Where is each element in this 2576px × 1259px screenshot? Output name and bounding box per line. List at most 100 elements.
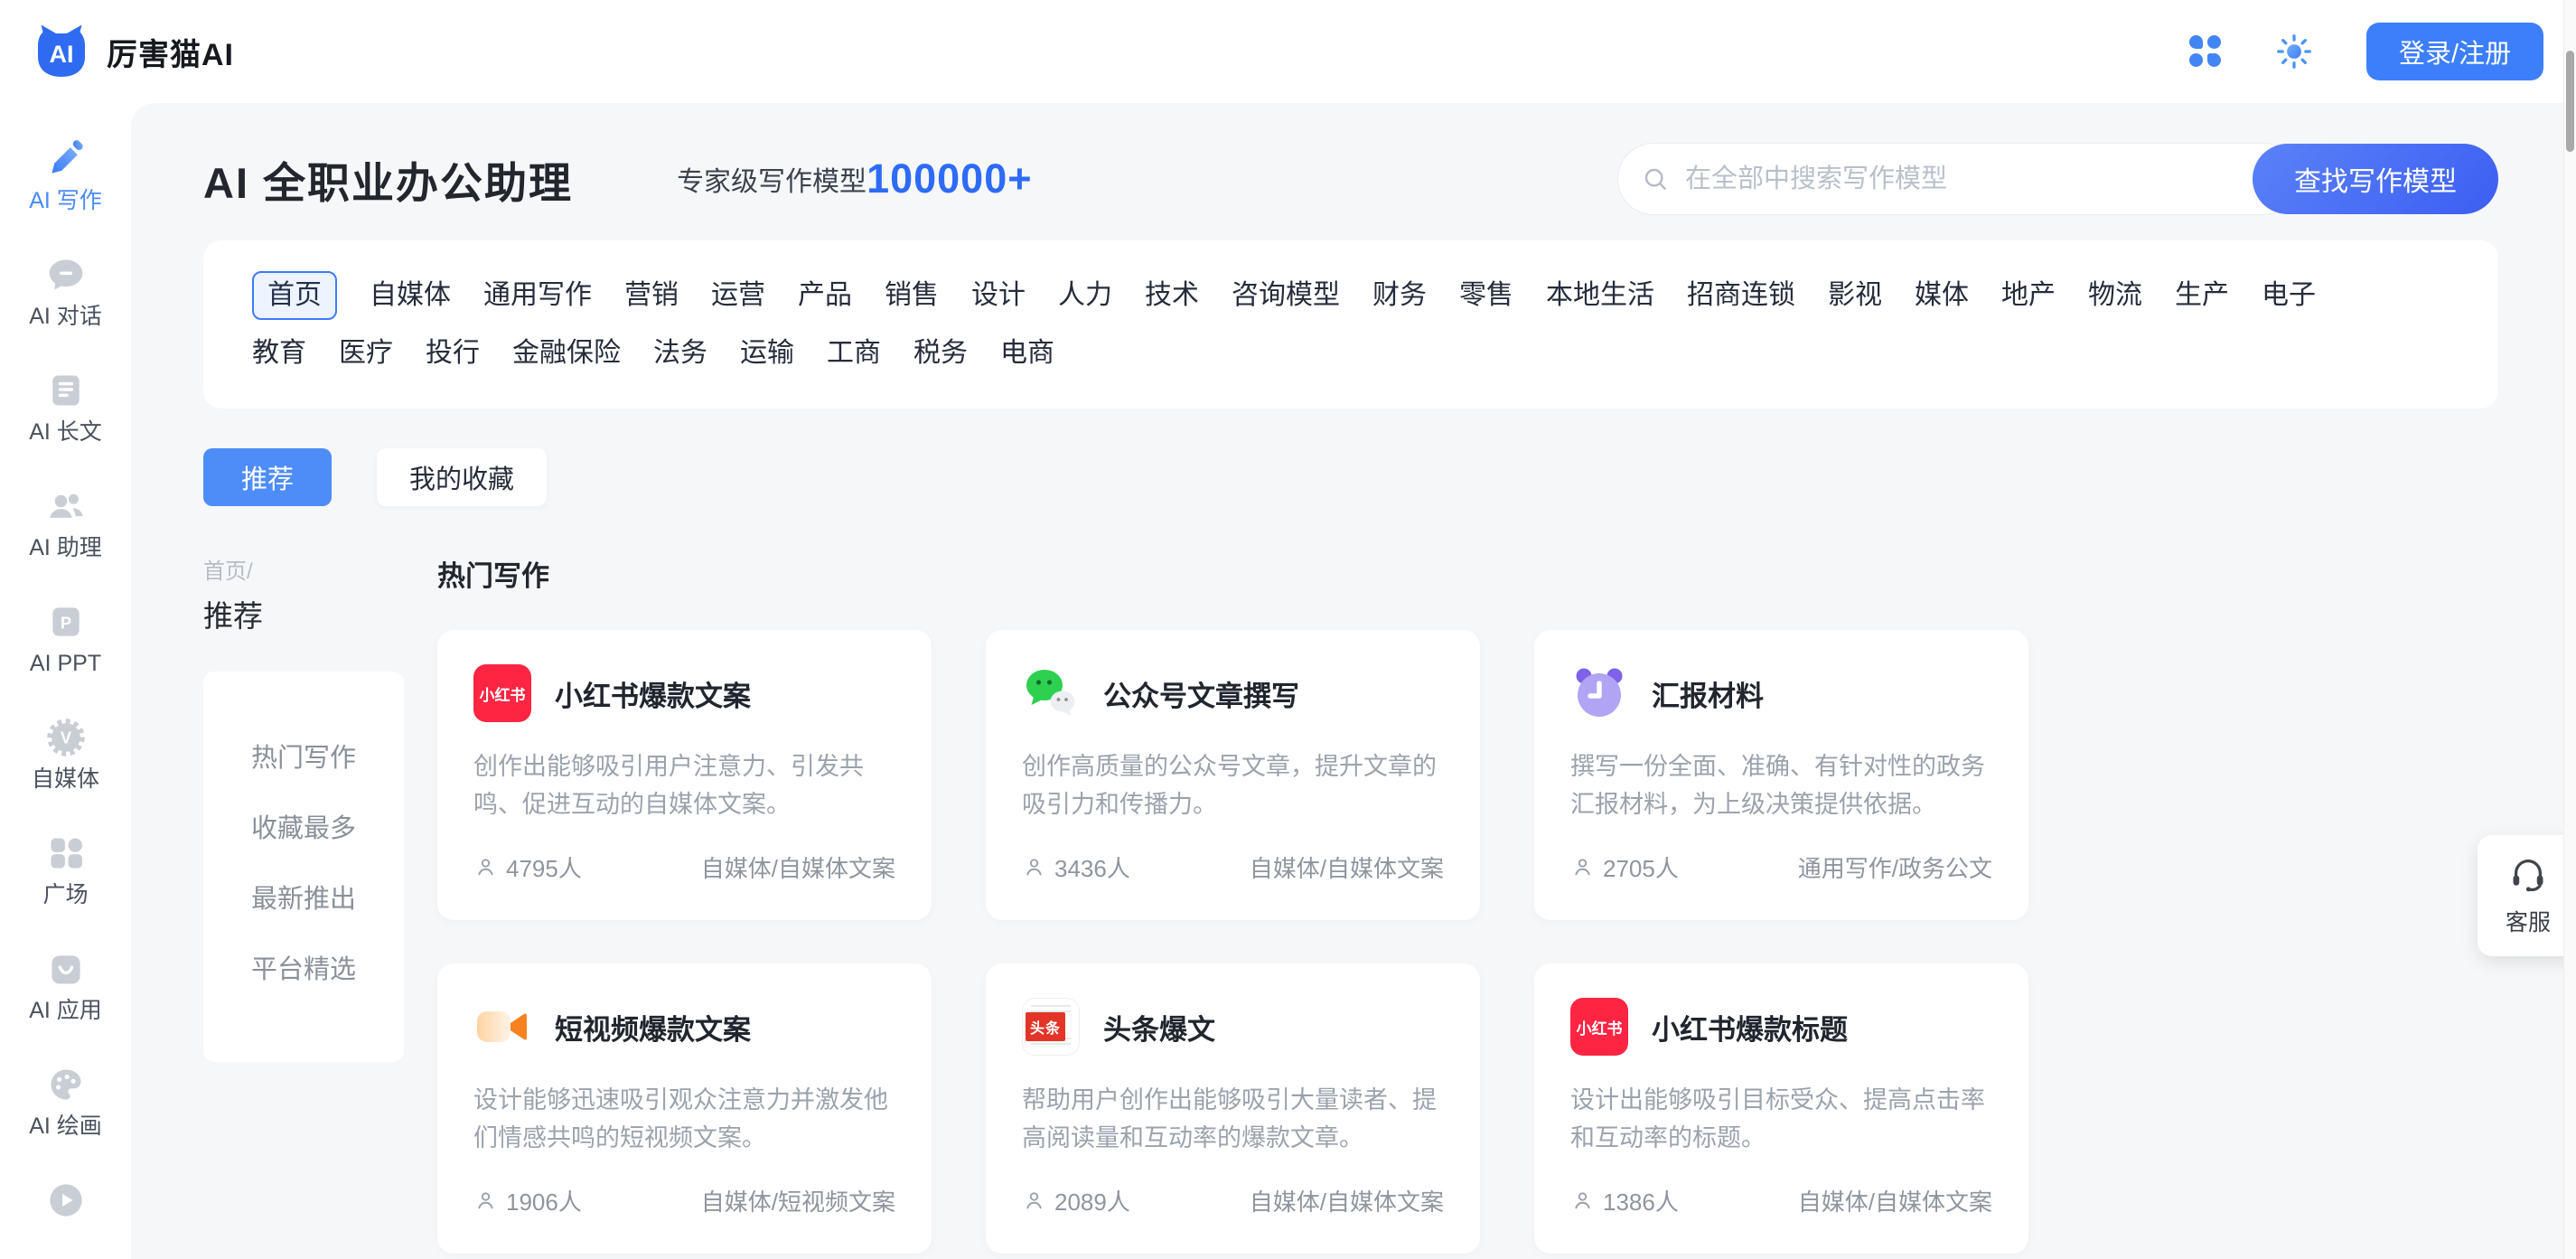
user-icon [1570,1189,1595,1213]
sidebar: estination AI 写作 AI 对话 AI 长文 AI 助理 PAI P… [0,103,131,1259]
page-title: AI 全职业办公助理 [203,148,573,211]
sidebar-item-label: AI 写作 [29,187,102,214]
login-register-button[interactable]: 登录/注册 [2366,23,2543,80]
category-link-9[interactable]: 技术 [1145,275,1199,316]
category-link-8[interactable]: 人力 [1058,275,1112,316]
category-link-17[interactable]: 地产 [2001,275,2056,316]
user-icon [1022,855,1046,879]
customer-service-button[interactable]: 客服 [2478,835,2576,956]
sidebar-item-self-media[interactable]: V自媒体 [0,718,131,793]
models-subtitle: 专家级写作模型 [677,159,866,199]
svg-text:P: P [60,613,70,632]
category-link-7[interactable]: 设计 [971,275,1026,316]
sidebar-item-ai-chat[interactable]: AI 对话 [0,255,131,330]
model-card[interactable]: 头条 头条爆文 帮助用户创作出能够吸引大量读者、提高阅读量和互动率的爆款文章。 … [986,963,1480,1254]
card-title: 汇报材料 [1652,673,1764,714]
sidebar-item-label: AI 绘画 [29,1113,102,1140]
subnav-item-3[interactable]: 平台精选 [203,932,404,1002]
category-link-8[interactable]: 电商 [1000,333,1054,374]
sidebar-item-ai-writing[interactable]: estination AI 写作 [0,139,131,214]
shell: estination AI 写作 AI 对话 AI 长文 AI 助理 PAI P… [0,103,2576,1259]
category-link-20[interactable]: 电子 [2262,275,2316,316]
category-link-14[interactable]: 招商连锁 [1687,275,1795,316]
sidebar-item-ai-longform[interactable]: AI 长文 [0,371,131,446]
find-models-button[interactable]: 查找写作模型 [2253,144,2498,214]
user-icon [473,1189,498,1213]
sidebar-item-ai-assistant[interactable]: AI 助理 [0,486,131,561]
brand-title: 厉害猫AI [107,30,234,74]
user-icon [473,855,498,879]
sidebar-item-ai-ppt[interactable]: PAI PPT [0,602,131,677]
palette-icon [46,1065,86,1104]
card-user-count: 2705人 [1570,850,1679,884]
category-link-4[interactable]: 法务 [653,333,707,374]
category-link-5[interactable]: 运输 [740,333,794,374]
category-link-16[interactable]: 媒体 [1915,275,1969,316]
category-link-0[interactable]: 首页 [252,271,337,320]
card-description: 设计出能够吸引目标受众、提高点击率和互动率的标题。 [1570,1081,1992,1157]
category-link-1[interactable]: 医疗 [339,333,393,374]
svg-text:V: V [60,728,71,747]
chat-icon [46,255,86,295]
subnav-item-0[interactable]: 热门写作 [203,720,404,791]
model-card[interactable]: 短视频爆款文案 设计能够迅速吸引观众注意力并激发他们情感共鸣的短视频文案。 19… [437,963,932,1254]
category-link-18[interactable]: 物流 [2088,275,2142,316]
category-link-2[interactable]: 投行 [426,333,480,374]
ppt-icon: P [46,602,86,642]
play-icon [46,1180,86,1220]
card-description: 撰写一份全面、准确、有针对性的政务汇报材料，为上级决策提供依据。 [1570,747,1992,823]
category-link-1[interactable]: 自媒体 [370,275,451,316]
category-link-6[interactable]: 工商 [827,333,881,374]
category-link-5[interactable]: 产品 [798,275,852,316]
breadcrumb-current: 推荐 [203,592,404,635]
hero-row: AI 全职业办公助理 专家级写作模型 100000+ 查找写作模型 [203,143,2498,215]
category-link-11[interactable]: 财务 [1372,275,1427,316]
tabs-row: 推荐 我的收藏 [203,448,2498,506]
apps-grid-icon[interactable] [2189,35,2222,68]
sidebar-item-video[interactable] [0,1180,131,1220]
card-description: 创作高质量的公众号文章，提升文章的吸引力和传播力。 [1022,747,1444,823]
model-card[interactable]: 公众号文章撰写 创作高质量的公众号文章，提升文章的吸引力和传播力。 3436人 … [986,630,1480,920]
category-link-7[interactable]: 税务 [913,333,968,374]
breadcrumb[interactable]: 首页/ [203,553,404,585]
tab-recommend[interactable]: 推荐 [203,448,332,506]
category-link-10[interactable]: 咨询模型 [1232,275,1340,316]
card-title: 小红书爆款标题 [1652,1007,1848,1048]
category-link-13[interactable]: 本地生活 [1546,275,1654,316]
sidebar-item-plaza[interactable]: 广场 [0,833,131,908]
search-bar: 查找写作模型 [1617,143,2498,215]
toutiao-icon: 头条 [1022,998,1080,1056]
sidebar-item-label: AI 对话 [29,303,102,330]
search-input[interactable] [1617,143,2300,215]
subnav-item-1[interactable]: 收藏最多 [203,791,404,861]
card-user-count: 3436人 [1022,850,1130,884]
theme-sun-icon[interactable] [2274,32,2314,71]
model-card[interactable]: 汇报材料 撰写一份全面、准确、有针对性的政务汇报材料，为上级决策提供依据。 27… [1534,630,2028,920]
category-link-3[interactable]: 金融保险 [512,333,621,374]
category-link-2[interactable]: 通用写作 [483,275,592,316]
category-link-15[interactable]: 影视 [1828,275,1882,316]
app-logo-icon[interactable]: AI [33,23,90,80]
category-link-3[interactable]: 营销 [624,275,679,316]
card-category: 自媒体/自媒体文案 [701,850,895,884]
card-description: 创作出能够吸引用户注意力、引发共鸣、促进互动的自媒体文案。 [473,747,895,823]
sidebar-item-ai-painting[interactable]: AI 绘画 [0,1065,131,1140]
category-link-0[interactable]: 教育 [252,333,306,374]
category-row-1: 首页自媒体通用写作营销运营产品销售设计人力技术咨询模型财务零售本地生活招商连锁影… [252,271,2450,320]
card-title: 小红书爆款文案 [555,673,751,714]
category-link-6[interactable]: 销售 [885,275,939,316]
doc-icon [46,371,86,410]
content-row: 首页/ 推荐 热门写作收藏最多最新推出平台精选 热门写作 小红书 小红书爆款文案… [203,553,2498,1254]
category-link-12[interactable]: 零售 [1459,275,1513,316]
category-link-19[interactable]: 生产 [2175,275,2229,316]
model-card[interactable]: 小红书 小红书爆款文案 创作出能够吸引用户注意力、引发共鸣、促进互动的自媒体文案… [437,630,932,920]
main-panel: AI 全职业办公助理 专家级写作模型 100000+ 查找写作模型 首页自 [131,103,2576,1259]
category-link-4[interactable]: 运营 [711,275,765,316]
tab-favorites[interactable]: 我的收藏 [377,448,547,506]
sidebar-item-ai-apps[interactable]: AI 应用 [0,949,131,1024]
subnav-card: 热门写作收藏最多最新推出平台精选 [203,672,404,1062]
scrollbar-thumb[interactable] [2566,51,2574,152]
subnav-item-2[interactable]: 最新推出 [203,861,404,932]
headset-icon [2507,854,2549,896]
model-card[interactable]: 小红书 小红书爆款标题 设计出能够吸引目标受众、提高点击率和互动率的标题。 13… [1534,963,2028,1254]
